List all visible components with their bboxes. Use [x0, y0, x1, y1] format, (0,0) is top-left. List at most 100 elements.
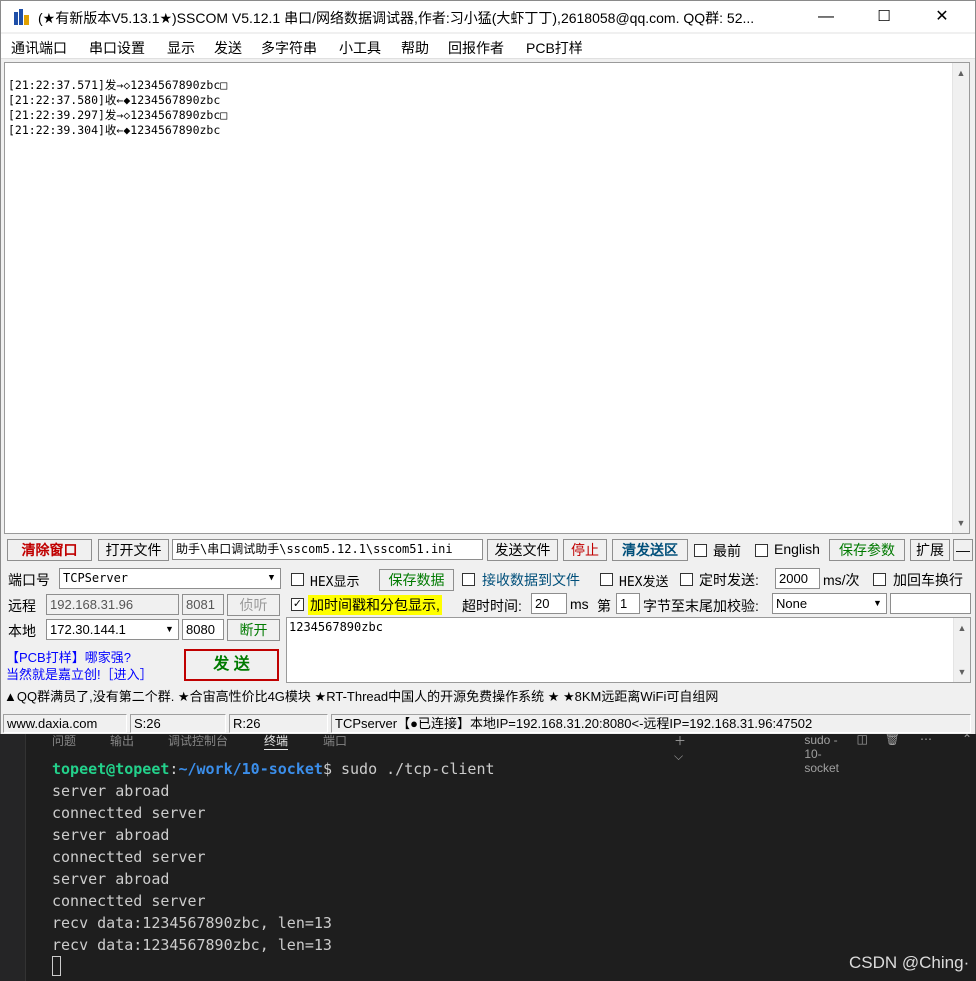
terminal-line: connectted server	[52, 892, 206, 910]
send-text: 1234567890zbc	[289, 620, 383, 634]
menu-help[interactable]: 帮助	[401, 38, 429, 58]
menu-tools[interactable]: 小工具	[339, 38, 381, 58]
trash-icon[interactable]: 🗑	[885, 732, 900, 746]
timeout-field[interactable]: 20	[531, 593, 567, 614]
topmost-label: 最前	[713, 543, 741, 559]
chevron-down-icon: ▼	[165, 624, 174, 634]
local-ip-value: 172.30.144.1	[50, 622, 126, 637]
checksum-select[interactable]: None ▼	[772, 593, 887, 614]
menu-serial-settings[interactable]: 串口设置	[89, 38, 145, 58]
timeout-label: 超时时间:	[462, 598, 522, 614]
minimize-button[interactable]: —	[797, 1, 855, 32]
sscom-window: (★有新版本V5.13.1★)SSCOM V5.12.1 串口/网络数据调试器,…	[0, 0, 976, 734]
crlf-checkbox[interactable]	[873, 573, 886, 586]
expand-button[interactable]: 扩展	[910, 539, 950, 561]
local-label: 本地	[8, 623, 36, 639]
timed-send-checkbox[interactable]	[680, 573, 693, 586]
nth-label: 第	[597, 598, 611, 614]
clear-send-area-button[interactable]: 清发送区	[612, 539, 688, 561]
status-site[interactable]: www.daxia.com	[3, 714, 127, 733]
local-ip-select[interactable]: 172.30.144.1 ▼	[46, 619, 179, 640]
tab-problems[interactable]: 问题	[52, 732, 76, 749]
interval-field[interactable]: 2000	[775, 568, 820, 589]
remote-port-field[interactable]: 8081	[182, 594, 224, 615]
save-params-button[interactable]: 保存参数	[829, 539, 905, 561]
app-icon	[14, 9, 29, 25]
receive-area[interactable]: [21:22:37.571]发→◇1234567890zbc□ [21:22:3…	[4, 62, 970, 534]
menu-bar: 通讯端口 串口设置 显示 发送 多字符串 小工具 帮助 回报作者 PCB打样	[1, 34, 975, 59]
remote-ip-field[interactable]: 192.168.31.96	[46, 594, 179, 615]
clear-window-button[interactable]: 清除窗口	[7, 539, 92, 561]
csdn-watermark: CSDN @Ching·	[849, 953, 970, 972]
terminal-line: server abroad	[52, 782, 170, 800]
port-select[interactable]: TCPServer ▼	[59, 568, 281, 589]
tab-output[interactable]: 输出	[110, 732, 134, 749]
maximize-panel-icon[interactable]: ⌃	[962, 732, 972, 746]
timeout-unit: ms	[570, 596, 589, 612]
tab-debug-console[interactable]: 调试控制台	[168, 732, 228, 749]
menu-multi-string[interactable]: 多字符串	[261, 38, 317, 58]
new-terminal-icon[interactable]: ＋ ⌵	[674, 732, 686, 764]
collapse-button[interactable]: —	[953, 539, 973, 561]
tab-ports[interactable]: 端口	[323, 732, 347, 749]
timestamp-checkbox[interactable]: ✓	[291, 598, 304, 611]
split-terminal-icon[interactable]: ◫	[857, 732, 868, 746]
vscode-activity-bar	[0, 730, 26, 981]
hex-display-checkbox[interactable]	[291, 573, 304, 586]
terminal-line: server abroad	[52, 826, 170, 844]
scroll-down-icon[interactable]: ▼	[953, 515, 969, 531]
topmost-checkbox[interactable]	[694, 544, 707, 557]
send-textarea[interactable]: 1234567890zbc ▲ ▼	[286, 617, 971, 683]
menu-pcb[interactable]: PCB打样	[526, 38, 583, 58]
menu-display[interactable]: 显示	[167, 38, 195, 58]
listen-button[interactable]: 侦听	[227, 594, 280, 616]
scroll-up-icon[interactable]: ▲	[953, 65, 969, 81]
receive-line: [21:22:37.571]发→◇1234567890zbc□	[8, 78, 228, 92]
ad-ticker[interactable]: ▲QQ群满员了,没有第二个群. ★合宙高性价比4G模块 ★RT-Thread中国…	[4, 686, 970, 708]
status-sent-count: S:26	[130, 714, 226, 733]
recv-to-file-checkbox[interactable]	[462, 573, 475, 586]
file-path-field[interactable]: 助手\串口调试助手\sscom5.12.1\sscom51.ini	[172, 539, 483, 560]
title-bar[interactable]: (★有新版本V5.13.1★)SSCOM V5.12.1 串口/网络数据调试器,…	[1, 1, 975, 32]
terminal-line: recv data:1234567890zbc, len=13	[52, 936, 332, 954]
prompt-user: topeet@topeet	[52, 760, 170, 778]
terminal-name[interactable]: sudo - 10-socket	[804, 733, 839, 775]
maximize-button[interactable]: ☐	[855, 1, 913, 32]
status-bar: www.daxia.com S:26 R:26 TCPserver【●已连接】本…	[1, 712, 975, 734]
close-button[interactable]: ✕	[913, 1, 971, 32]
status-connection: TCPserver【●已连接】本地IP=192.168.31.20:8080<-…	[331, 714, 971, 733]
port-value: TCPServer	[63, 571, 129, 585]
send-button[interactable]: 发 送	[184, 649, 279, 681]
prompt-path: ~/work/10-socket	[178, 760, 323, 778]
english-checkbox[interactable]	[755, 544, 768, 557]
local-port-field[interactable]: 8080	[182, 619, 224, 640]
terminal-line: connectted server	[52, 848, 206, 866]
disconnect-button[interactable]: 断开	[227, 619, 280, 641]
tab-terminal[interactable]: 终端	[264, 732, 289, 750]
save-data-button[interactable]: 保存数据	[379, 569, 454, 591]
checksum-extra-field[interactable]	[890, 593, 971, 614]
scroll-down-icon[interactable]: ▼	[954, 664, 970, 680]
receive-line: [21:22:37.580]收←◆1234567890zbc	[8, 93, 221, 107]
more-icon[interactable]: ⋯	[920, 732, 932, 746]
terminal-line: server abroad	[52, 870, 170, 888]
receive-scrollbar[interactable]: ▲ ▼	[952, 63, 969, 533]
open-file-button[interactable]: 打开文件	[98, 539, 169, 561]
menu-feedback[interactable]: 回报作者	[448, 38, 504, 58]
terminal-cursor	[52, 956, 61, 976]
stop-button[interactable]: 停止	[563, 539, 607, 561]
menu-comm-port[interactable]: 通讯端口	[11, 38, 67, 58]
menu-send[interactable]: 发送	[214, 38, 242, 58]
status-recv-count: R:26	[229, 714, 328, 733]
remote-label: 远程	[8, 598, 36, 614]
hex-send-checkbox[interactable]	[600, 573, 613, 586]
checksum-value: None	[776, 596, 808, 611]
ad-link-line2[interactable]: 当然就是嘉立创!［进入］	[6, 664, 153, 683]
nth-field[interactable]: 1	[616, 593, 640, 614]
checksum-label: 字节至末尾加校验:	[643, 598, 759, 614]
scroll-up-icon[interactable]: ▲	[954, 620, 970, 636]
send-file-button[interactable]: 发送文件	[487, 539, 558, 561]
send-scrollbar[interactable]: ▲ ▼	[953, 618, 970, 682]
terminal-output[interactable]: topeet@topeet:~/work/10-socket$ sudo ./t…	[52, 758, 495, 978]
receive-line: [21:22:39.304]收←◆1234567890zbc	[8, 123, 221, 137]
